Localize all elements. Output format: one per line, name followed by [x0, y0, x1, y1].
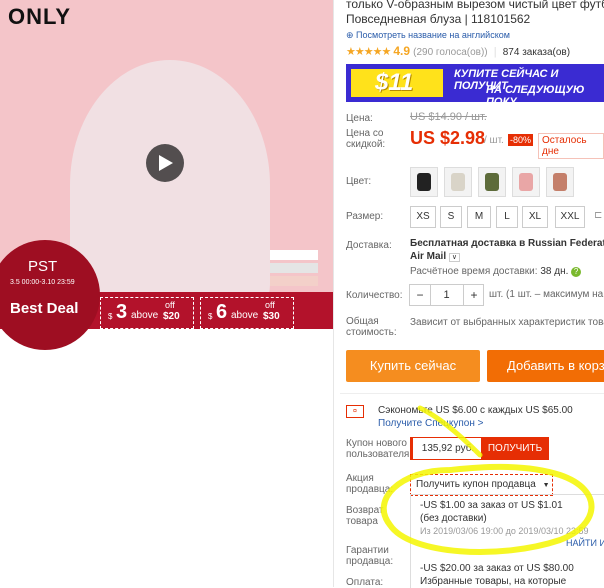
highlighter-annotation	[380, 405, 595, 555]
